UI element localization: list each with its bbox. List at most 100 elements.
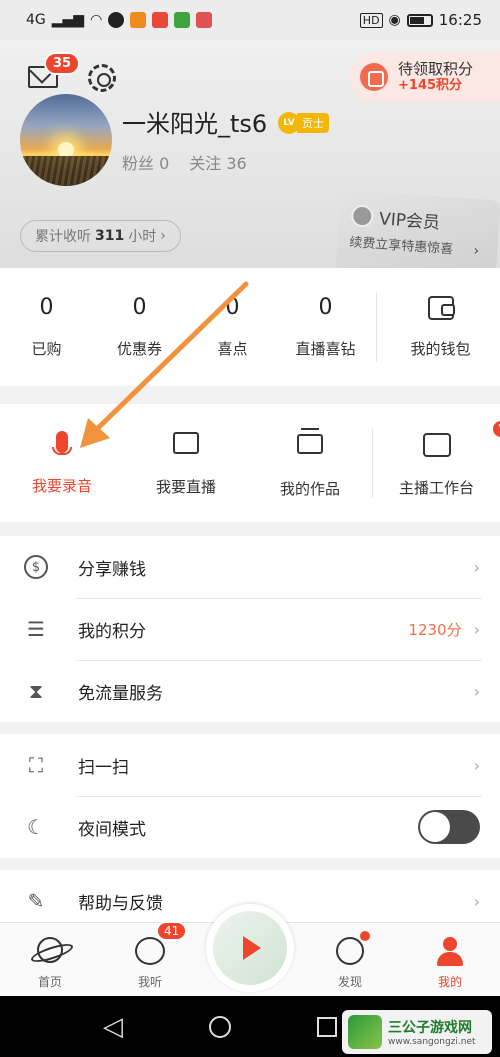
network-label: 4G bbox=[26, 12, 46, 28]
document-edit-icon: ✎ bbox=[27, 889, 45, 913]
listen-suffix: 小时 bbox=[128, 229, 157, 245]
vip-card[interactable]: VIP会员 续费立享特惠惊喜 › bbox=[335, 189, 500, 268]
back-icon[interactable]: ◁ bbox=[103, 1012, 123, 1042]
list-item-scan[interactable]: ⛶ 扫一扫 › bbox=[0, 734, 500, 796]
watermark-title: 三公子游戏网 bbox=[388, 1020, 472, 1036]
app-notification-icon bbox=[130, 12, 147, 28]
signal-icon: ▂▄▆ bbox=[51, 12, 85, 28]
my-wallet-label: 我的钱包 bbox=[410, 339, 471, 358]
divider bbox=[376, 292, 377, 362]
tab-label: 我的 bbox=[437, 975, 462, 989]
vip-logo-icon bbox=[350, 203, 375, 228]
album-cover bbox=[213, 911, 287, 985]
fans-count[interactable]: 粉丝 0 bbox=[122, 150, 169, 174]
my-wallet-item[interactable]: 我的钱包 bbox=[381, 295, 500, 359]
points-value: 1230分 bbox=[408, 620, 462, 639]
tab-discover[interactable]: 发现 bbox=[300, 931, 400, 990]
recent-apps-icon[interactable] bbox=[317, 1016, 337, 1037]
headphone-face-icon bbox=[134, 937, 166, 967]
chevron-right-icon: › bbox=[473, 619, 480, 639]
list-item-free-data[interactable]: ⧗ 免流量服务 › bbox=[0, 660, 500, 722]
listen-hours: 311 bbox=[95, 228, 125, 244]
listen-prefix: 累计收听 bbox=[35, 229, 91, 245]
go-live-button[interactable]: 我要直播 bbox=[124, 429, 248, 497]
coupon-label: 优惠券 bbox=[116, 340, 162, 358]
record-label: 我要录音 bbox=[31, 476, 92, 495]
level-badge[interactable]: LV 贡士 bbox=[278, 112, 329, 134]
tab-listen[interactable]: 41 我听 bbox=[100, 921, 200, 990]
my-works-label: 我的作品 bbox=[279, 479, 340, 498]
app-notification-icon bbox=[152, 12, 169, 28]
avatar[interactable] bbox=[20, 94, 112, 186]
pending-points-button[interactable]: 待领取积分 +145积分 bbox=[350, 52, 500, 102]
watermark-logo bbox=[348, 1015, 382, 1049]
list-item-label: 帮助与反馈 bbox=[78, 893, 163, 914]
tab-mine[interactable]: 我的 bbox=[400, 937, 500, 990]
list-item-label: 夜间模式 bbox=[78, 819, 146, 840]
home-icon[interactable] bbox=[209, 1015, 231, 1038]
tab-home[interactable]: 首页 bbox=[0, 935, 100, 990]
battery-icon bbox=[406, 13, 433, 27]
wallet-icon bbox=[427, 295, 455, 320]
scan-icon: ⛶ bbox=[29, 753, 43, 777]
menu-group-1: $ 分享赚钱 › ☰ 我的积分 1230分 › ⧗ 免流量服务 › bbox=[0, 536, 500, 722]
create-row: 我要录音 我要直播 我的作品 V0 主播工作台 bbox=[0, 404, 500, 522]
xidian-item[interactable]: 0 喜点 bbox=[186, 295, 279, 359]
coupon-count: 0 bbox=[132, 295, 147, 320]
list-item-my-points[interactable]: ☰ 我的积分 1230分 › bbox=[0, 598, 500, 660]
list-item-label: 分享赚钱 bbox=[78, 559, 146, 580]
chevron-right-icon: › bbox=[472, 242, 480, 260]
planet-icon bbox=[34, 937, 66, 967]
app-notification-icon bbox=[174, 12, 191, 28]
follow-count[interactable]: 关注 36 bbox=[189, 150, 246, 174]
hourglass-icon: ⧗ bbox=[28, 679, 44, 703]
xidian-count: 0 bbox=[225, 295, 240, 320]
person-icon bbox=[434, 937, 466, 967]
coin-icon bbox=[360, 63, 388, 91]
clock: 16:25 bbox=[438, 11, 482, 29]
mini-player-button[interactable] bbox=[206, 904, 294, 992]
status-bar: 4G ▂▄▆ ◠ HD ◉ 16:25 bbox=[0, 0, 500, 40]
mail-badge: 35 bbox=[44, 52, 81, 75]
list-item-night-mode: ☾ 夜间模式 bbox=[0, 796, 500, 858]
play-icon bbox=[243, 936, 261, 960]
vip-title: VIP会员 bbox=[378, 209, 441, 234]
tab-label: 发现 bbox=[337, 975, 362, 989]
list-item-label: 我的积分 bbox=[78, 621, 146, 642]
moon-icon: ☾ bbox=[27, 815, 45, 839]
dollar-icon: $ bbox=[22, 553, 50, 581]
wallet-row: 0 已购 0 优惠券 0 喜点 0 直播喜钻 我的钱包 bbox=[0, 268, 500, 386]
live-diamond-item[interactable]: 0 直播喜钻 bbox=[279, 295, 372, 359]
purchased-label: 已购 bbox=[31, 340, 62, 358]
purchased-count: 0 bbox=[39, 295, 54, 320]
studio-button[interactable]: V0 主播工作台 bbox=[373, 418, 500, 498]
live-diamond-count: 0 bbox=[318, 295, 333, 320]
watermark-url: www.sangongzi.net bbox=[388, 1037, 476, 1047]
listen-time-button[interactable]: 累计收听 311 小时 › bbox=[20, 220, 181, 252]
record-button[interactable]: 我要录音 bbox=[0, 430, 124, 496]
username[interactable]: 一米阳光_ts6 bbox=[122, 104, 267, 139]
live-diamond-label: 直播喜钻 bbox=[295, 340, 356, 358]
night-mode-toggle[interactable] bbox=[418, 810, 480, 844]
vip-subtitle: 续费立享特惠惊喜 bbox=[348, 235, 454, 258]
chevron-right-icon: › bbox=[160, 228, 166, 244]
follow-stats: 粉丝 0 关注 36 bbox=[122, 150, 247, 174]
gear-icon[interactable] bbox=[88, 64, 116, 92]
video-camera-icon bbox=[170, 432, 202, 460]
studio-icon: V0 bbox=[421, 418, 500, 461]
coupon-item[interactable]: 0 优惠券 bbox=[93, 295, 186, 359]
studio-level-badge: V0 bbox=[490, 418, 500, 439]
app-notification-icon bbox=[108, 12, 125, 28]
purchased-item[interactable]: 0 已购 bbox=[0, 295, 93, 359]
pending-points-value: +145积分 bbox=[398, 78, 463, 94]
list-item-share-earn[interactable]: $ 分享赚钱 › bbox=[0, 536, 500, 598]
menu-group-2: ⛶ 扫一扫 › ☾ 夜间模式 bbox=[0, 734, 500, 858]
chevron-right-icon: › bbox=[473, 891, 480, 911]
xidian-label: 喜点 bbox=[217, 340, 248, 358]
hd-icon: HD bbox=[359, 12, 383, 28]
stack-icon: ☰ bbox=[27, 617, 45, 641]
app-notification-icon bbox=[196, 12, 213, 28]
my-works-button[interactable]: 我的作品 bbox=[248, 427, 372, 499]
notification-dot bbox=[360, 931, 370, 941]
studio-label: 主播工作台 bbox=[398, 478, 474, 497]
